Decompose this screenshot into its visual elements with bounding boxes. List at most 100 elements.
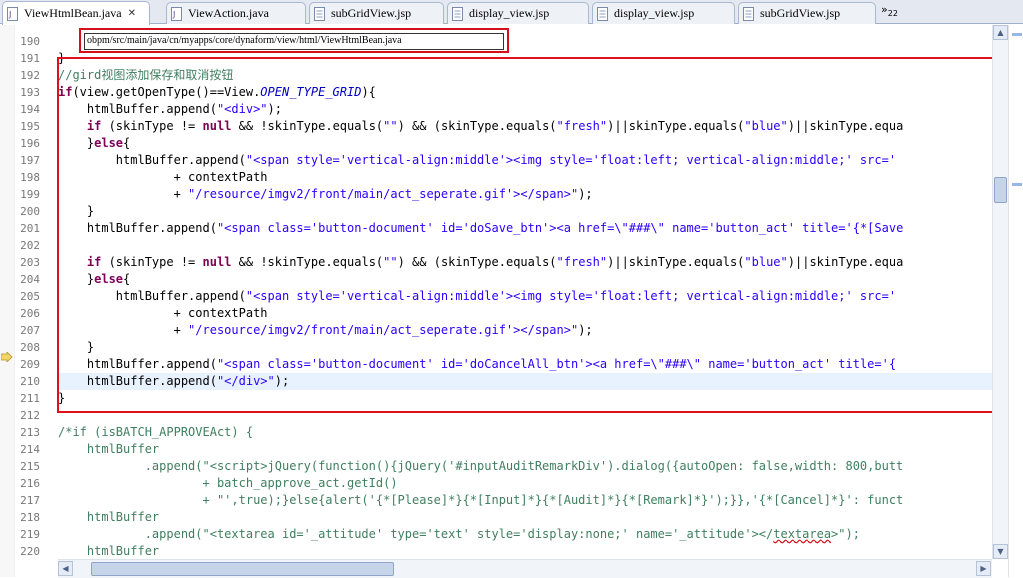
line-number: 190	[20, 35, 40, 48]
line-number: 210	[20, 375, 40, 388]
code-token: "<div>"	[216, 102, 268, 116]
scroll-right-button[interactable]: ▶	[976, 561, 991, 576]
code-line: htmlBuffer.append("<span class='button-d…	[58, 356, 992, 373]
code-token: /*if (isBATCH_APPROVEAct) {	[58, 425, 254, 439]
code-token: + contextPath	[58, 306, 268, 320]
code-token: "<span style='vertical-align:middle'><im…	[245, 289, 897, 303]
code-token: (view.getOpenType()==View.	[72, 85, 261, 99]
tab-display-view-jsp[interactable]: display_view.jsp	[447, 2, 589, 24]
code-line: + "/resource/imgv2/front/main/act_sepera…	[58, 186, 992, 203]
code-token: ) && (skinType.equals(	[397, 119, 557, 133]
line-number: 204	[20, 273, 40, 286]
tab-viewhtmlbean-java[interactable]: J ViewHtmlBean.java ✕	[2, 1, 150, 25]
code-line: htmlBuffer.append("</div>");	[58, 373, 992, 390]
line-number: 219	[20, 528, 40, 541]
svg-text:J: J	[172, 10, 175, 19]
horizontal-scroll-thumb[interactable]	[91, 562, 394, 576]
code-line: }	[58, 339, 992, 356]
code-token: )||skinType.equals(	[607, 119, 745, 133]
overview-marker[interactable]	[1012, 33, 1022, 36]
code-token: if	[58, 85, 73, 99]
scroll-up-button[interactable]: ▲	[993, 25, 1008, 40]
code-line: htmlBuffer.append("<span style='vertical…	[58, 288, 992, 305]
line-number: 195	[20, 120, 40, 133]
line-number: 214	[20, 443, 40, 456]
overview-ruler[interactable]	[1008, 25, 1023, 577]
code-token: }	[58, 51, 66, 65]
code-token: "<span style='vertical-align:middle'><im…	[245, 153, 897, 167]
code-token: );	[578, 187, 593, 201]
overview-marker[interactable]	[1012, 183, 1022, 186]
code-token: //gird视图添加保存和取消按钮	[58, 68, 234, 82]
code-line: }else{	[58, 135, 992, 152]
tab-overflow-button[interactable]: »22	[881, 3, 898, 18]
line-number: 215	[20, 460, 40, 473]
editor-tab-bar: J ViewHtmlBean.java ✕ J ViewAction.java …	[0, 0, 1023, 25]
tab-subgridview-jsp[interactable]: subGridView.jsp	[309, 2, 444, 24]
code-token: textarea	[773, 527, 832, 541]
code-token: ){	[361, 85, 376, 99]
tab-subgridview-jsp-2[interactable]: subGridView.jsp	[738, 2, 876, 24]
code-token: "blue"	[744, 119, 788, 133]
close-icon[interactable]: ✕	[128, 8, 136, 19]
scroll-down-button[interactable]: ▼	[993, 544, 1008, 559]
code-token: OPEN_TYPE_GRID	[260, 85, 362, 99]
code-line: }	[58, 203, 992, 220]
line-number: 199	[20, 188, 40, 201]
code-token: "fresh"	[556, 119, 608, 133]
code-token: else	[94, 136, 124, 150]
line-number: 197	[20, 154, 40, 167]
tab-label: display_view.jsp	[614, 6, 695, 20]
code-token: htmlBuffer.append(	[58, 289, 246, 303]
code-line: }else{	[58, 271, 992, 288]
code-token: );	[274, 374, 290, 388]
line-number: 191	[20, 52, 40, 65]
line-number: 201	[20, 222, 40, 235]
jsp-file-icon	[597, 6, 608, 21]
code-token: htmlBuffer	[58, 442, 160, 456]
code-token: htmlBuffer.append(	[58, 102, 217, 116]
code-token: null	[202, 119, 232, 133]
line-number: 207	[20, 324, 40, 337]
code-token: {	[123, 272, 131, 286]
code-line: htmlBuffer.append("<span class='button-d…	[58, 220, 992, 237]
tab-label: ViewAction.java	[188, 6, 269, 20]
line-number: 213	[20, 426, 40, 439]
tab-display-view-jsp-2[interactable]: display_view.jsp	[592, 2, 735, 24]
code-token: }	[58, 136, 95, 150]
code-token: (skinType !=	[101, 255, 203, 269]
code-line: if (skinType != null && !skinType.equals…	[58, 254, 992, 271]
code-line: + "/resource/imgv2/front/main/act_sepera…	[58, 322, 992, 339]
vertical-scrollbar[interactable]: ▲ ▼	[992, 25, 1008, 559]
code-line: + batch_approve_act.getId()	[58, 475, 992, 492]
code-line: /*if (isBATCH_APPROVEAct) {	[58, 424, 992, 441]
line-number: 198	[20, 171, 40, 184]
code-token: null	[202, 255, 232, 269]
code-token: )||skinType.equa	[787, 119, 904, 133]
code-token: htmlBuffer.append(	[58, 357, 217, 371]
code-line: if(view.getOpenType()==View.OPEN_TYPE_GR…	[58, 84, 992, 101]
code-editor[interactable]: } //gird视图添加保存和取消按钮 if(view.getOpenType()=…	[58, 25, 992, 559]
code-token: htmlBuffer	[58, 544, 160, 558]
code-token: else	[94, 272, 124, 286]
code-token: "/resource/imgv2/front/main/act_seperate…	[188, 323, 579, 337]
svg-text:J: J	[8, 10, 11, 19]
horizontal-scrollbar[interactable]: ◀ ▶	[58, 559, 992, 578]
code-line: htmlBuffer.append("<div>");	[58, 101, 992, 118]
code-line: htmlBuffer.append("<span style='vertical…	[58, 152, 992, 169]
code-token: ) && (skinType.equals(	[397, 255, 557, 269]
code-token: htmlBuffer.append(	[58, 221, 217, 235]
code-token: +	[58, 187, 189, 201]
code-token: ""	[383, 255, 398, 269]
scroll-left-button[interactable]: ◀	[58, 561, 73, 576]
line-number: 216	[20, 477, 40, 490]
file-path-text: obpm/src/main/java/cn/myapps/core/dynafo…	[84, 33, 504, 50]
code-token: && !skinType.equals(	[231, 255, 384, 269]
code-line: }	[58, 390, 992, 407]
tab-viewaction-java[interactable]: J ViewAction.java	[166, 2, 306, 24]
vertical-scroll-thumb[interactable]	[994, 177, 1007, 203]
